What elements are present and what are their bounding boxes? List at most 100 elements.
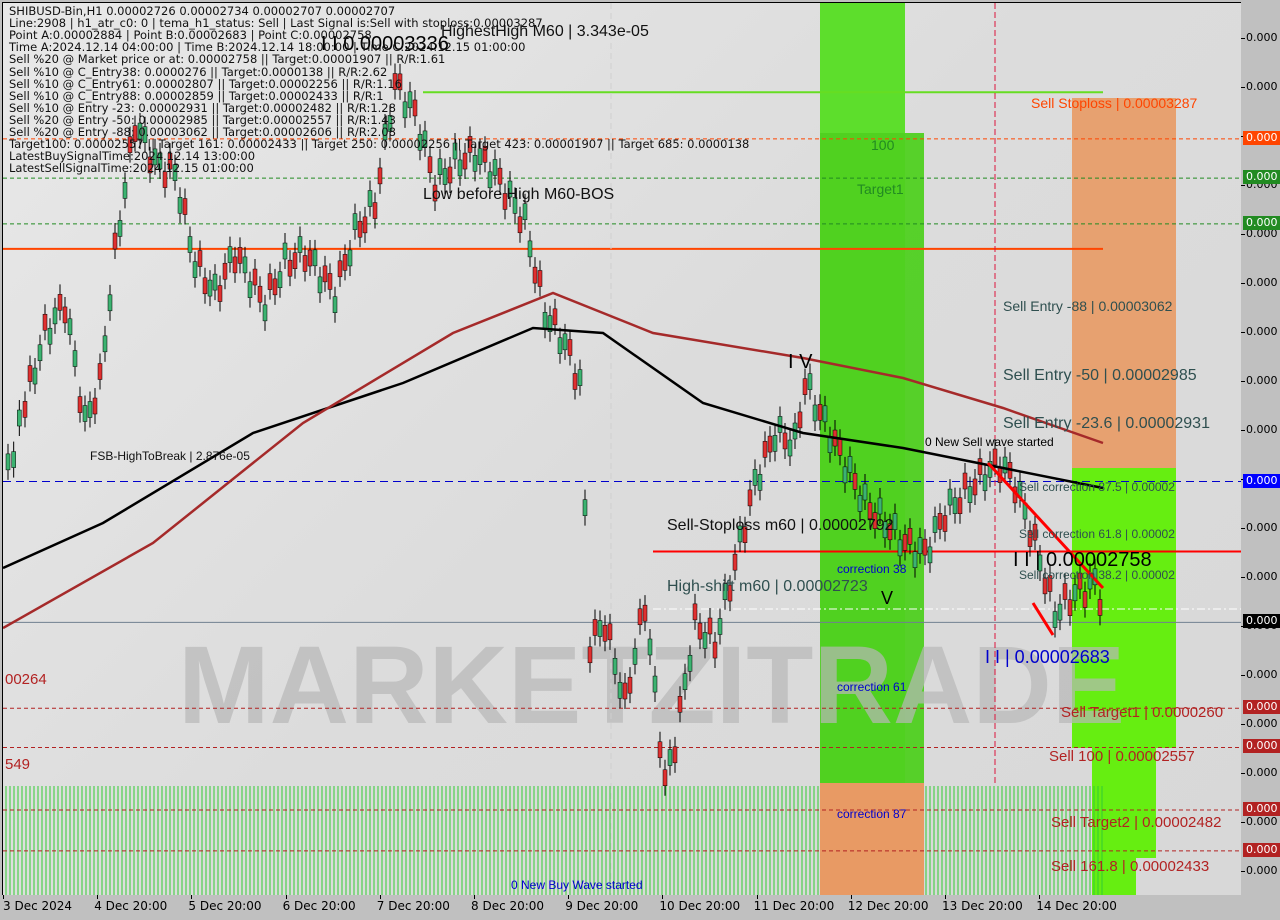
candle-body (477, 148, 483, 165)
price-badge-4: 0.000 (1243, 614, 1280, 629)
label-wave-iv: I V (788, 351, 813, 373)
candle-body (622, 682, 628, 700)
candle-body (952, 497, 958, 514)
y-tick-label: 0.000 (1246, 325, 1278, 338)
candle-body (802, 378, 808, 395)
price-badge-6: 0.000 (1243, 739, 1280, 754)
candle-body (57, 294, 63, 311)
label-sell-entry-50: Sell Entry -50 | 0.00002985 (1003, 367, 1197, 384)
candle-body (62, 306, 68, 324)
candle-body (557, 337, 563, 354)
label-sell-target1: Sell Target1 | 0.0000260 (1061, 704, 1224, 721)
chart-plot-area[interactable]: MARKETZITRADE HighestHigh M60 | 3.343e-0… (2, 2, 1242, 896)
candle-body (587, 646, 593, 664)
candle-body (807, 373, 813, 390)
zone-sell-stoploss (1072, 98, 1176, 468)
label-new-buy-wave: 0 New Buy Wave started (511, 878, 643, 892)
candle-body (122, 182, 128, 199)
y-tick-label: 0.000 (1246, 80, 1278, 93)
y-tick (1241, 871, 1245, 872)
y-tick (1241, 381, 1245, 382)
label-sell-target2: Sell Target2 | 0.00002482 (1051, 814, 1222, 831)
candle-body (472, 155, 478, 172)
candle-body (112, 232, 118, 250)
candle-body (717, 618, 723, 635)
label-sell-stoploss: Sell Stoploss | 0.00003287 (1031, 95, 1198, 111)
candle-body (857, 495, 863, 512)
candle-body (367, 190, 373, 207)
candle-body (402, 101, 408, 119)
candle-body (102, 335, 108, 353)
candle-body (562, 333, 568, 351)
info-line-5: Sell %10 @ C_Entry38: 0.0000276 || Targe… (9, 64, 388, 79)
label-sell-stoploss-m60: Sell-Stoploss m60 | 0.00002792 (667, 517, 894, 534)
candle-body (947, 488, 953, 506)
candle-body (982, 474, 988, 492)
candle-body (937, 513, 943, 530)
candle-body (637, 608, 643, 626)
candle-body (32, 367, 38, 385)
candle-body (657, 741, 663, 759)
candle-body (897, 539, 903, 557)
candle-body (197, 250, 203, 267)
candle-body (852, 473, 858, 490)
candle-body (17, 409, 22, 427)
candle-body (282, 242, 288, 260)
price-badge-5: 0.000 (1243, 700, 1280, 715)
candle-body (522, 203, 528, 221)
candle-body (182, 198, 188, 215)
candle-body (42, 313, 48, 331)
candle-body (497, 167, 503, 185)
candle-body (527, 240, 533, 258)
label-fsb-high-to-break: FSB-HighToBreak | 2.876e-05 (90, 449, 250, 463)
y-tick (1241, 283, 1245, 284)
candle-body (287, 259, 293, 277)
time-axis[interactable]: 3 Dec 2024 4 Dec 20:00 5 Dec 20:00 6 Dec 20… (0, 895, 1280, 920)
candle-body (902, 534, 908, 551)
info-line-6: Sell %10 @ C_Entry61: 0.00002807 || Targ… (9, 76, 402, 91)
candle-body (617, 682, 623, 699)
candle-body (847, 456, 853, 473)
x-tick-label: 10 Dec 20:00 (659, 899, 741, 913)
y-tick-label: 0.000 (1246, 374, 1278, 387)
candle-body (747, 489, 753, 507)
candle-body (202, 277, 208, 295)
candle-body (372, 202, 378, 219)
candle-body (1082, 591, 1088, 608)
candle-body (652, 675, 658, 693)
candle-body (252, 268, 258, 286)
price-axis[interactable]: 0.000 0.000 0.000 0.000 0.000 0.000 0.000 0.000… (1241, 0, 1280, 895)
y-tick (1241, 675, 1245, 676)
label-sell-entry-23: Sell Entry -23.6 | 0.00002931 (1003, 415, 1210, 432)
label-sell-100: Sell 100 | 0.00002557 (1049, 748, 1195, 765)
x-tick-label: 4 Dec 20:00 (94, 899, 168, 913)
candle-body (247, 281, 253, 298)
candle-body (67, 318, 73, 336)
candle-body (92, 397, 98, 415)
candle-body (97, 363, 103, 380)
candle-body (907, 527, 913, 545)
candle-body (927, 546, 933, 564)
candle-body (447, 166, 453, 184)
candle-body (1067, 599, 1073, 616)
zone-orange-lower (820, 783, 924, 895)
candle-body (357, 220, 363, 238)
y-tick (1241, 38, 1245, 39)
candle-body (762, 441, 768, 458)
candle-body (177, 197, 183, 214)
y-tick-label: 0.000 (1246, 423, 1278, 436)
candle-body (1057, 603, 1063, 621)
candle-body (187, 236, 193, 253)
candle-body (957, 497, 963, 515)
label-target1: Target1 (857, 181, 904, 197)
candle-body (257, 285, 263, 303)
candle-body (1062, 583, 1068, 600)
candle-body (967, 486, 973, 503)
candle-body (752, 469, 758, 486)
candle-body (227, 246, 233, 263)
candle-body (1052, 611, 1058, 628)
candle-body (47, 327, 53, 345)
candle-body (11, 451, 16, 468)
label-left-549: 549 (5, 756, 31, 773)
candle-body (767, 435, 773, 453)
